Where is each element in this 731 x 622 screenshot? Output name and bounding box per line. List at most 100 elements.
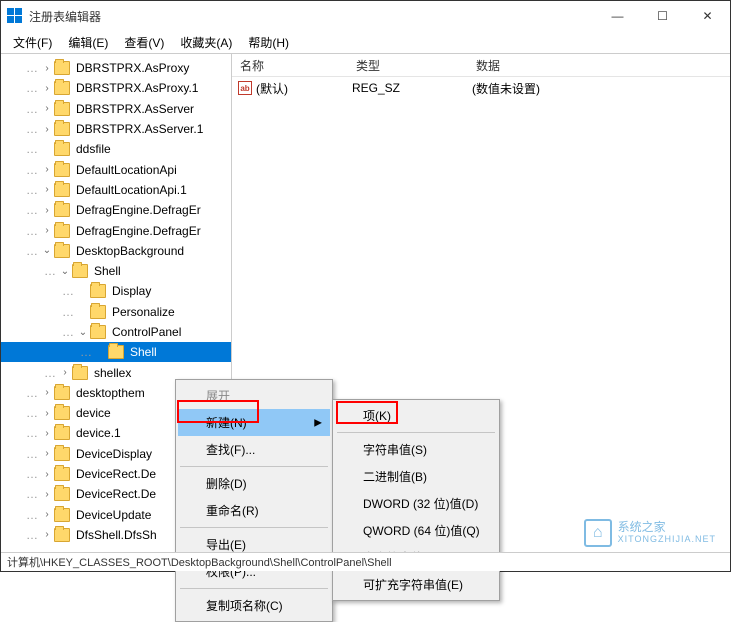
tree-item[interactable]: …›DBRSTPRX.AsProxy xyxy=(1,58,231,78)
folder-icon xyxy=(54,163,70,177)
folder-icon xyxy=(90,325,106,339)
folder-icon xyxy=(54,528,70,542)
collapse-arrow-icon[interactable]: ⌄ xyxy=(76,327,90,338)
folder-icon xyxy=(72,366,88,380)
expand-arrow-icon[interactable]: › xyxy=(40,529,54,540)
folder-icon xyxy=(90,284,106,298)
tree-item-label: device xyxy=(74,406,113,420)
folder-icon xyxy=(54,426,70,440)
ellipsis-icon: … xyxy=(62,305,73,319)
folder-icon xyxy=(54,122,70,136)
menu-item[interactable]: 项(K) xyxy=(335,402,497,429)
expand-arrow-icon[interactable]: › xyxy=(40,408,54,419)
expand-arrow-icon[interactable]: › xyxy=(40,225,54,236)
maximize-button[interactable]: ☐ xyxy=(640,1,685,31)
expand-arrow-icon[interactable]: › xyxy=(40,205,54,216)
menu-item[interactable]: 字符串值(S) xyxy=(335,436,497,463)
expand-arrow-icon[interactable]: › xyxy=(40,448,54,459)
folder-icon xyxy=(54,203,70,217)
ellipsis-icon: … xyxy=(26,183,37,197)
tree-item[interactable]: …ddsfile xyxy=(1,139,231,159)
expand-arrow-icon[interactable]: › xyxy=(40,184,54,195)
expand-arrow-icon[interactable]: › xyxy=(40,124,54,135)
ellipsis-icon: … xyxy=(26,447,37,461)
folder-icon xyxy=(54,244,70,258)
ellipsis-icon: … xyxy=(26,244,37,258)
col-data[interactable]: 数据 xyxy=(468,57,500,74)
menu-item[interactable]: QWORD (64 位)值(Q) xyxy=(335,517,497,544)
ellipsis-icon: … xyxy=(26,203,37,217)
tree-item-label: Personalize xyxy=(110,305,177,319)
tree-item[interactable]: …› DBRSTPRX.AsProxy.1 xyxy=(1,78,231,98)
expand-arrow-icon[interactable]: › xyxy=(58,367,72,378)
tree-item-label: DefaultLocationApi xyxy=(74,163,179,177)
menu-view[interactable]: 查看(V) xyxy=(116,31,172,54)
expand-arrow-icon[interactable]: › xyxy=(40,509,54,520)
ellipsis-icon: … xyxy=(26,81,37,95)
menu-item: 展开 xyxy=(178,382,330,409)
expand-arrow-icon[interactable]: › xyxy=(40,164,54,175)
menu-item[interactable]: 删除(D) xyxy=(178,470,330,497)
tree-item[interactable]: …›DBRSTPRX.AsServer.1 xyxy=(1,119,231,139)
ellipsis-icon: … xyxy=(26,487,37,501)
menu-file[interactable]: 文件(F) xyxy=(5,31,60,54)
tree-item[interactable]: …›DefragEngine.DefragEr xyxy=(1,200,231,220)
menu-item[interactable]: 可扩充字符串值(E) xyxy=(335,571,497,598)
tree-item[interactable]: …›DBRSTPRX.AsServer xyxy=(1,99,231,119)
folder-icon xyxy=(54,81,70,95)
tree-item[interactable]: …⌄ DesktopBackground xyxy=(1,241,231,261)
tree-item[interactable]: …⌄Shell xyxy=(1,261,231,281)
menu-item[interactable]: 重命名(R) xyxy=(178,497,330,524)
expand-arrow-icon[interactable]: › xyxy=(40,63,54,74)
app-icon xyxy=(7,8,23,24)
menu-item[interactable]: 二进制值(B) xyxy=(335,463,497,490)
folder-icon xyxy=(90,305,106,319)
tree-item[interactable]: …⌄ControlPanel xyxy=(1,322,231,342)
menu-item[interactable]: 新建(N)▶ xyxy=(178,409,330,436)
col-name[interactable]: 名称 xyxy=(232,57,348,74)
tree-item-label: DesktopBackground xyxy=(74,244,186,258)
tree-item[interactable]: …›DefaultLocationApi xyxy=(1,159,231,179)
tree-item-label: DBRSTPRX.AsProxy.1 xyxy=(74,81,200,95)
ellipsis-icon: … xyxy=(26,508,37,522)
menu-item[interactable]: DWORD (32 位)值(D) xyxy=(335,490,497,517)
tree-item[interactable]: …›DefragEngine.DefragEr xyxy=(1,220,231,240)
menu-favorites[interactable]: 收藏夹(A) xyxy=(172,31,240,54)
ellipsis-icon: … xyxy=(26,142,37,156)
menu-item[interactable]: 查找(F)... xyxy=(178,436,330,463)
folder-icon xyxy=(54,406,70,420)
window-titlebar: 注册表编辑器 — ☐ ✕ xyxy=(1,1,730,31)
ellipsis-icon: … xyxy=(44,366,55,380)
tree-item-label: Shell xyxy=(128,345,159,359)
expand-arrow-icon[interactable]: › xyxy=(40,103,54,114)
folder-icon xyxy=(54,142,70,156)
list-header[interactable]: 名称 类型 数据 xyxy=(232,54,730,77)
collapse-arrow-icon[interactable]: ⌄ xyxy=(58,266,72,277)
ellipsis-icon: … xyxy=(62,284,73,298)
expand-arrow-icon[interactable]: › xyxy=(40,428,54,439)
ellipsis-icon: … xyxy=(62,325,73,339)
tree-item[interactable]: …Shell xyxy=(1,342,231,362)
folder-icon xyxy=(54,508,70,522)
value-data: (数值未设置) xyxy=(472,80,540,97)
menu-item[interactable]: 复制项名称(C) xyxy=(178,592,330,619)
tree-item[interactable]: …›DefaultLocationApi.1 xyxy=(1,180,231,200)
tree-item-label: DeviceRect.De xyxy=(74,467,158,481)
expand-arrow-icon[interactable]: › xyxy=(40,489,54,500)
ellipsis-icon: … xyxy=(26,224,37,238)
col-type[interactable]: 类型 xyxy=(348,57,468,74)
context-menu[interactable]: 展开新建(N)▶查找(F)...删除(D)重命名(R)导出(E)权限(P)...… xyxy=(175,379,333,622)
expand-arrow-icon[interactable]: › xyxy=(40,83,54,94)
collapse-arrow-icon[interactable]: ⌄ xyxy=(40,245,54,256)
tree-item-label: DBRSTPRX.AsProxy xyxy=(74,61,191,75)
tree-item-label: DfsShell.DfsSh xyxy=(74,528,159,542)
menu-help[interactable]: 帮助(H) xyxy=(240,31,297,54)
list-row[interactable]: ab (默认) REG_SZ (数值未设置) xyxy=(232,79,730,97)
menu-edit[interactable]: 编辑(E) xyxy=(60,31,116,54)
minimize-button[interactable]: — xyxy=(595,1,640,31)
close-button[interactable]: ✕ xyxy=(685,1,730,31)
expand-arrow-icon[interactable]: › xyxy=(40,469,54,480)
tree-item[interactable]: …Display xyxy=(1,281,231,301)
tree-item[interactable]: … Personalize xyxy=(1,302,231,322)
expand-arrow-icon[interactable]: › xyxy=(40,387,54,398)
